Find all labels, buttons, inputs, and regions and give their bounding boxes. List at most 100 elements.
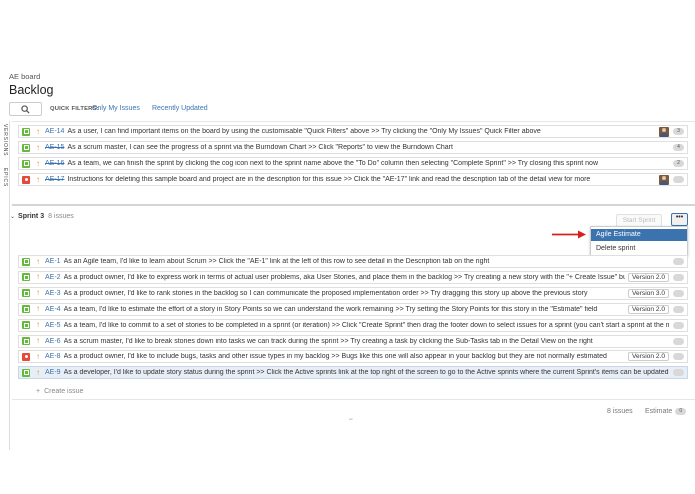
issue-row[interactable]: ↑ AE-2 As a product owner, I'd like to exp… — [18, 270, 688, 284]
create-issue-label: Create issue — [44, 388, 84, 395]
story-type-icon — [22, 289, 30, 298]
quick-filter-only-my-issues[interactable]: Only My Issues — [92, 105, 140, 112]
issue-key-link[interactable]: AE-6 — [45, 338, 61, 345]
priority-major-icon: ↑ — [36, 304, 40, 314]
sprint-name: Sprint 3 — [18, 213, 45, 220]
issue-summary: As a product owner, I'd like to rank sto… — [63, 289, 588, 297]
plus-icon: + — [36, 388, 41, 395]
priority-major-icon: ↑ — [36, 256, 40, 266]
story-type-icon — [22, 321, 30, 330]
priority-major-icon: ↑ — [36, 142, 40, 152]
estimate-badge — [673, 321, 684, 329]
story-type-icon — [22, 127, 30, 136]
story-type-icon — [22, 159, 30, 168]
issue-summary: As a developer, I'd like to update story… — [63, 369, 669, 377]
resize-handle-icon[interactable]: ═ — [349, 417, 353, 423]
search-button[interactable] — [9, 102, 42, 116]
priority-major-icon: ↑ — [36, 336, 40, 345]
menu-item-delete-sprint[interactable]: Delete sprint — [591, 243, 687, 255]
issue-summary: As a team, I'd like to estimate the effo… — [63, 305, 598, 313]
issue-row[interactable]: ↑ AE-1 As an Agile team, I'd like to learn… — [18, 255, 688, 268]
issue-row[interactable]: ↑ AE-6 As a scrum master, I'd like to brea… — [18, 334, 688, 348]
estimate-badge — [673, 305, 684, 313]
sprint-issue-count: 8 issues — [48, 213, 74, 220]
issue-summary: As an Agile team, I'd like to learn abou… — [63, 258, 490, 265]
priority-major-icon: ↑ — [36, 320, 40, 330]
priority-major-icon: ↑ — [36, 174, 40, 184]
quick-filter-recently-updated[interactable]: Recently Updated — [152, 105, 208, 112]
issue-key-link[interactable]: AE-8 — [45, 353, 61, 360]
issue-row[interactable]: ↑ AE-14 As a user, I can find important it… — [18, 125, 688, 138]
issue-summary: As a scrum master, I'd like to break sto… — [63, 337, 593, 345]
issue-key-link[interactable]: AE-3 — [45, 290, 61, 297]
sprint-actions-menu: Agile Estimate Delete sprint — [590, 226, 688, 256]
sidebar-divider — [9, 121, 10, 450]
estimate-badge: 0 — [675, 408, 687, 415]
sidebar-tab-versions[interactable]: VERSIONS — [0, 124, 8, 156]
sprint-header[interactable]: ⌄ Sprint 3 8 issues — [10, 213, 74, 220]
issue-summary: As a scrum master, I can see the progres… — [67, 144, 453, 151]
story-type-icon — [22, 257, 30, 266]
version-badge: Version 2.0 — [628, 352, 669, 362]
priority-major-icon: ↑ — [36, 351, 40, 361]
issue-key-link[interactable]: AE-2 — [45, 274, 61, 281]
estimate-badge — [673, 369, 684, 377]
assignee-avatar-icon — [659, 126, 669, 137]
chevron-down-icon[interactable]: ⌄ — [10, 213, 15, 220]
issue-key-link[interactable]: AE-14 — [45, 128, 64, 135]
sprint-more-actions-button[interactable]: ••• — [671, 213, 688, 226]
issue-key-link[interactable]: AE-16 — [45, 160, 64, 167]
issue-row[interactable]: ↑ AE-4 As a team, I'd like to estimate the… — [18, 302, 688, 316]
issue-key-link[interactable]: AE-15 — [45, 144, 64, 151]
estimate-badge — [673, 176, 684, 183]
sprint-footer-issue-count: 8 issues — [607, 408, 633, 415]
issue-row[interactable]: ↑ AE-17 Instructions for deleting this sam… — [18, 173, 688, 186]
sprint-footer-estimate: Estimate 0 — [645, 408, 687, 415]
estimate-badge — [673, 337, 684, 345]
priority-major-icon: ↑ — [36, 288, 40, 298]
backlog-top-rule — [12, 121, 695, 122]
story-type-icon — [22, 305, 30, 314]
sprint-footer-estimate-label: Estimate — [645, 408, 673, 415]
story-type-icon — [22, 337, 30, 345]
issue-summary: Instructions for deleting this sample bo… — [67, 176, 591, 183]
estimate-badge — [673, 289, 684, 297]
version-badge: Version 2.0 — [628, 272, 669, 282]
issue-row[interactable]: ↑ AE-15 As a scrum master, I can see the p… — [18, 141, 688, 154]
issue-key-link[interactable]: AE-9 — [45, 369, 61, 376]
issue-summary: As a user, I can find important items on… — [67, 128, 541, 135]
estimate-badge — [673, 273, 684, 281]
issue-row[interactable]: ↑ AE-9 As a developer, I'd like to update … — [18, 366, 688, 380]
issue-key-link[interactable]: AE-1 — [45, 258, 61, 265]
estimate-badge — [673, 258, 684, 265]
create-issue-link[interactable]: + Create issue — [36, 388, 83, 395]
estimate-badge: 4 — [673, 144, 684, 151]
issue-summary: As a product owner, I'd like to include … — [63, 353, 607, 361]
estimate-badge — [673, 353, 684, 361]
menu-item-agile-estimate[interactable]: Agile Estimate — [591, 229, 687, 241]
story-type-icon — [22, 273, 30, 282]
issue-row[interactable]: ↑ AE-16 As a team, we can finish the sprin… — [18, 157, 688, 170]
issue-summary: As a product owner, I'd like to express … — [63, 273, 625, 281]
issue-row[interactable]: ↑ AE-8 As a product owner, I'd like to inc… — [18, 350, 688, 364]
issue-row[interactable]: ↑ AE-3 As a product owner, I'd like to ran… — [18, 286, 688, 300]
issue-row[interactable]: ↑ AE-5 As a team, I'd like to commit to a … — [18, 318, 688, 332]
sprint-footer-rule — [12, 399, 695, 400]
estimate-badge: 2 — [673, 160, 684, 167]
bug-type-icon — [22, 175, 30, 184]
priority-major-icon: ↑ — [36, 126, 40, 136]
estimate-badge: 3 — [673, 128, 684, 135]
page-title: Backlog — [9, 83, 54, 97]
annotation-arrow-icon — [552, 230, 586, 239]
priority-major-icon: ↑ — [36, 158, 40, 168]
sprint-separator — [12, 204, 695, 206]
issue-key-link[interactable]: AE-17 — [45, 176, 64, 183]
issue-key-link[interactable]: AE-5 — [45, 322, 61, 329]
sidebar-tab-epics[interactable]: EPICS — [0, 168, 8, 187]
version-badge: Version 3.0 — [628, 288, 669, 298]
issue-key-link[interactable]: AE-4 — [45, 306, 61, 313]
bug-type-icon — [22, 352, 30, 361]
story-type-icon — [22, 143, 30, 152]
search-icon — [21, 105, 30, 114]
priority-major-icon: ↑ — [36, 272, 40, 282]
